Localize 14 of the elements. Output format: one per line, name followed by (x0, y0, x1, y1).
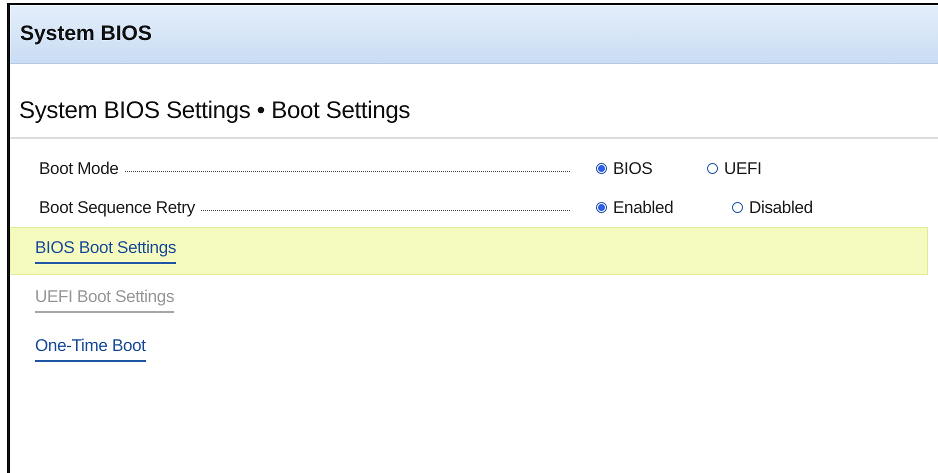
radio-option[interactable]: Enabled (596, 198, 732, 218)
menu-link[interactable]: One-Time Boot (35, 336, 146, 362)
radio-option[interactable]: Disabled (732, 198, 842, 218)
radio-empty-icon[interactable] (707, 163, 718, 174)
setting-label: Boot Mode (39, 158, 119, 178)
radio-checked-icon[interactable] (596, 163, 607, 174)
page-title: System BIOS Settings • Boot Settings (19, 97, 410, 124)
setting-label: Boot Sequence Retry (39, 198, 195, 218)
menu-link[interactable]: BIOS Boot Settings (35, 238, 176, 264)
radio-option[interactable]: BIOS (596, 158, 707, 178)
radio-empty-icon[interactable] (732, 202, 743, 213)
radio-option[interactable]: UEFI (707, 158, 787, 178)
window-title: System BIOS (20, 22, 152, 46)
radio-checked-icon[interactable] (596, 202, 607, 213)
